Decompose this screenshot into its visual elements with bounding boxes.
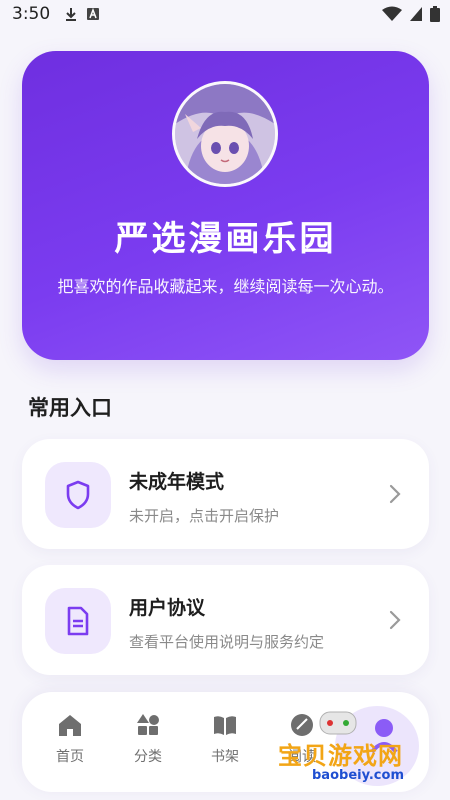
entry-title: 未成年模式 (129, 471, 225, 493)
shield-icon (66, 480, 90, 510)
wifi-icon (382, 6, 402, 21)
section-title: 常用入口 (28, 396, 112, 420)
entry-user-agreement[interactable]: 用户协议 查看平台使用说明与服务约定 (22, 565, 429, 675)
entry-desc: 查看平台使用说明与服务约定 (129, 633, 325, 651)
avatar-illustration (175, 84, 275, 184)
status-indicators (382, 6, 440, 22)
document-icon (67, 606, 89, 636)
nav-bookshelf[interactable]: 书架 (195, 712, 255, 766)
nav-label: 书架 (211, 749, 239, 765)
entry-minor-mode[interactable]: 未成年模式 未开启，点击开启保护 (22, 439, 429, 549)
nav-label: 首页 (56, 749, 84, 765)
profile-hero-card: 严选漫画乐园 把喜欢的作品收藏起来，继续阅读每一次心动。 (22, 51, 429, 360)
app-subtitle: 把喜欢的作品收藏起来，继续阅读每一次心动。 (57, 277, 394, 296)
app-title: 严选漫画乐园 (114, 219, 337, 259)
watermark-url: baobeiy.com (312, 768, 404, 783)
signal-icon (410, 7, 422, 21)
battery-icon (430, 6, 440, 22)
category-icon (137, 714, 159, 735)
chevron-right-icon (389, 484, 401, 504)
watermark-logo: 宝贝游戏网 baobeiy.com (272, 700, 422, 796)
nav-home[interactable]: 首页 (40, 712, 100, 766)
nav-label: 分类 (134, 749, 162, 765)
download-icon (66, 8, 77, 21)
nav-category[interactable]: 分类 (118, 712, 178, 766)
entry-icon-box (45, 462, 111, 528)
avatar[interactable] (172, 81, 278, 187)
entry-title: 用户协议 (129, 597, 206, 619)
status-time: 3:50 (12, 4, 51, 24)
book-icon (214, 716, 236, 735)
chevron-right-icon (389, 610, 401, 630)
home-icon (59, 715, 81, 736)
watermark-text: 宝贝游戏网 (278, 742, 403, 770)
entry-icon-box (45, 588, 111, 654)
app-notification-icon (87, 7, 100, 20)
entry-desc: 未开启，点击开启保护 (129, 507, 280, 525)
